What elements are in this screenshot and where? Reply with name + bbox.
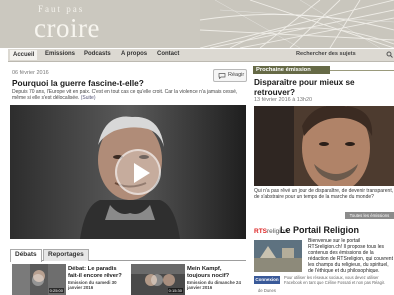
react-button[interactable]: Réagir: [213, 69, 247, 82]
article-summary-text: Depuis 70 ans, l'Europe vit en paix. C'e…: [12, 89, 238, 101]
rts-logo-brand: RTS: [254, 228, 267, 235]
site-logo-title[interactable]: croire: [34, 13, 100, 43]
article-title[interactable]: Pourquoi la guerre fascine-t-elle?: [12, 78, 144, 88]
tab-debats[interactable]: Débats: [10, 249, 42, 262]
all-shows-link[interactable]: Toutes les émissions: [345, 212, 394, 219]
video-thumbnail[interactable]: 0:25:00: [12, 264, 66, 295]
main-nav: Accueil Emissions Podcasts A propos Cont…: [8, 49, 394, 62]
facebook-user-name: de Dunes: [258, 288, 276, 293]
next-show-title[interactable]: Disparaître pour mieux se retrouver?: [254, 78, 394, 97]
article-more-link[interactable]: (Suite): [81, 95, 96, 101]
nav-item-emissions[interactable]: Emissions: [45, 51, 75, 57]
content-tabs: Débats Reportages: [10, 249, 246, 262]
section-divider: [330, 70, 394, 71]
thumbnail-duration: 0:15:30: [167, 288, 183, 293]
portal-title: Le Portail Religion: [280, 225, 360, 235]
react-label: Réagir: [228, 72, 245, 78]
video-player[interactable]: [10, 105, 246, 239]
nav-item-contact[interactable]: Contact: [157, 51, 179, 57]
play-button[interactable]: [115, 149, 161, 195]
thumbnail-meta: Emission du dimanche 24 janvier 2016: [187, 280, 241, 291]
thumbnail-play-icon: [32, 274, 44, 286]
article-date: 06 février 2016: [12, 70, 49, 76]
thumbnail-title[interactable]: Mein Kampf, toujours nocif?: [187, 266, 245, 280]
facebook-connect-button[interactable]: Connexion: [254, 276, 280, 284]
article-summary: Depuis 70 ans, l'Europe vit en paix. C'e…: [12, 89, 246, 101]
next-show-datetime: 13 février 2016 à 13h20: [254, 97, 313, 103]
facebook-notice: Pour utiliser les réseaux sociaux, vous …: [284, 275, 386, 285]
thumbnail-play-icon: [151, 274, 163, 286]
portal-photo: [254, 240, 302, 272]
nav-item-accueil[interactable]: Accueil: [10, 50, 38, 60]
search-label: Rechercher des sujets: [296, 51, 356, 57]
section-label-next-show: Prochaine émission: [253, 66, 330, 74]
nav-item-podcasts[interactable]: Podcasts: [84, 51, 111, 57]
search-icon[interactable]: [386, 51, 393, 58]
video-thumbnail[interactable]: 0:15:30: [131, 264, 185, 295]
thumbnail-meta: Emission du samedi 30 janvier 2016: [68, 280, 117, 291]
thumbnail-duration: 0:25:00: [48, 288, 64, 293]
portal-image: [254, 240, 302, 272]
nav-item-apropos[interactable]: A propos: [121, 51, 147, 57]
guest-portrait: [254, 106, 394, 186]
portal-description: Bienvenue sur le portail RTSreligion.ch!…: [308, 238, 393, 274]
comment-icon: [218, 73, 226, 79]
next-show-description: Qui n'a pas rêvé un jour de disparaître,…: [254, 188, 394, 200]
tab-reportages[interactable]: Reportages: [43, 249, 89, 261]
thumbnail-title[interactable]: Débat: Le paradis fait-il encore rêver?: [68, 266, 124, 280]
site-banner[interactable]: Faut pas croire: [0, 0, 394, 48]
next-show-photo[interactable]: [254, 106, 394, 186]
